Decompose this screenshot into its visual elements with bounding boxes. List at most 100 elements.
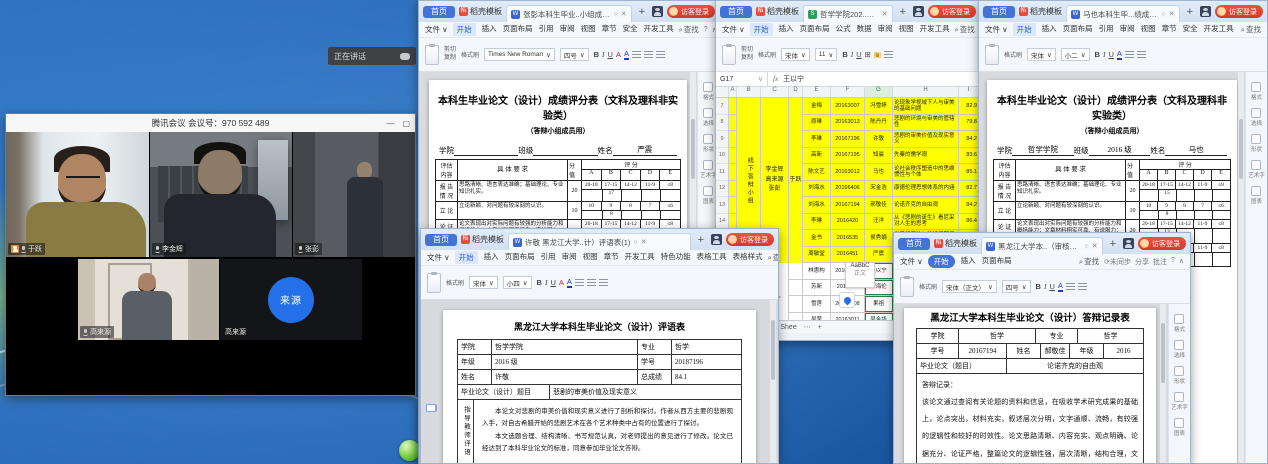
close-tab-icon[interactable]: ✕ <box>641 238 647 246</box>
guest-login-button[interactable]: 访客登录 <box>928 5 976 18</box>
copy-button[interactable]: 复制 <box>444 55 456 62</box>
close-tab-icon[interactable]: ✕ <box>1169 10 1175 18</box>
font-color-button[interactable]: A <box>1058 281 1063 292</box>
home-tab[interactable]: 首页 <box>898 238 930 250</box>
format-painter-button[interactable]: 格式刷 <box>446 278 464 287</box>
file-menu[interactable]: 文件 ∨ <box>427 252 450 263</box>
align-left-icon[interactable] <box>1125 51 1134 59</box>
copy-button[interactable]: 复制 <box>741 55 753 62</box>
font-color-button[interactable]: A <box>1117 49 1122 60</box>
hangup-icon[interactable] <box>400 53 410 60</box>
docer-tab[interactable]: 稻稻壳模板 <box>1019 6 1062 17</box>
vertical-scrollbar[interactable] <box>770 300 776 463</box>
highlight-button[interactable]: A <box>616 50 621 59</box>
align-center-icon[interactable] <box>884 51 893 59</box>
name-box[interactable]: G17∨ <box>716 72 768 86</box>
menu-bar[interactable]: 文件 ∨ 开始插入页面布局 ⌕查找 ⟳未同步 分享 批注 ? ∧ <box>894 254 1190 270</box>
font-name-select[interactable]: 宋体∨ <box>781 48 810 61</box>
align-right-icon[interactable] <box>599 279 608 287</box>
close-tab-icon[interactable]: ✕ <box>1092 242 1098 250</box>
ribbon-toolbar[interactable]: 格式刷 宋体（正文）∨ 四号∨ B I U A <box>894 270 1190 304</box>
document-tab[interactable]: S 哲学学院202..成绩单（分组表 ✕ <box>803 5 893 22</box>
help-icon[interactable]: ? <box>704 26 708 34</box>
document-tab[interactable]: W 张彭本科生毕业..小组成员评分 ○ ✕ <box>506 5 632 22</box>
cut-button[interactable]: 剪切 <box>741 47 753 54</box>
new-tab-button[interactable]: + <box>1184 6 1196 18</box>
column-headers[interactable]: ABCDEFGHI <box>716 87 980 98</box>
document-area[interactable]: 黑龙江大学本科生毕业论文（设计）答辩记录表 学院 哲学 专业 哲学 学号 201… <box>894 304 1190 463</box>
align-center-icon[interactable] <box>1137 51 1146 59</box>
italic-button[interactable]: I <box>1103 50 1106 59</box>
task-pane-strip[interactable]: 格式选择形状艺术字图表 <box>1168 304 1190 463</box>
guest-login-button[interactable]: 访客登录 <box>1215 5 1263 18</box>
find-button[interactable]: ⌕查找 <box>679 24 699 35</box>
font-size-select[interactable]: 小二∨ <box>1061 48 1090 61</box>
new-tab-button[interactable]: + <box>897 6 909 18</box>
align-center-icon[interactable] <box>644 51 653 59</box>
merged-chair-cell[interactable]: 于跃 <box>789 98 803 263</box>
task-pane-icon[interactable]: 图表 <box>1251 186 1262 205</box>
close-tab-icon[interactable]: ✕ <box>621 10 627 18</box>
ribbon-tabs[interactable]: 开始插入页面布局 <box>928 255 1012 268</box>
paste-button[interactable] <box>900 277 914 297</box>
sheet-tab[interactable]: Shee <box>780 324 796 331</box>
formula-value[interactable]: 王以宁 <box>783 74 804 84</box>
collapse-ribbon-icon[interactable]: ∧ <box>1179 257 1184 267</box>
pin-tab-icon[interactable]: ○ <box>613 11 617 18</box>
comment-button[interactable]: 批注 <box>1153 257 1167 267</box>
pin-tab-icon[interactable]: ○ <box>633 239 637 246</box>
bold-button[interactable]: B <box>1036 282 1041 291</box>
find-button[interactable]: ⌕查找 <box>1079 256 1099 267</box>
file-menu[interactable]: 文件 ∨ <box>425 24 448 35</box>
italic-button[interactable]: I <box>1044 282 1047 291</box>
format-painter-button[interactable]: 格式刷 <box>461 50 479 59</box>
comment-icon[interactable] <box>426 404 436 412</box>
font-color-button[interactable]: A <box>567 277 572 288</box>
find-button[interactable]: ⌕查找 <box>768 252 778 263</box>
align-left-icon[interactable] <box>575 279 584 287</box>
align-left-icon[interactable] <box>1066 283 1075 291</box>
ribbon-toolbar[interactable]: 格式刷 宋体∨ 小二∨ B I U A <box>979 38 1267 72</box>
close-tab-icon[interactable]: ✕ <box>882 10 888 18</box>
underline-button[interactable]: U <box>1049 282 1054 291</box>
user-avatar[interactable] <box>1200 6 1211 17</box>
new-tab-button[interactable]: + <box>1107 238 1119 250</box>
paste-button[interactable] <box>722 45 736 65</box>
task-pane-icon[interactable]: 格式 <box>1174 314 1185 333</box>
location-pin-button[interactable] <box>839 292 855 308</box>
document-page[interactable]: 黑龙江大学本科生毕业论文（设计）答辩记录表 学院 哲学 专业 哲学 学号 201… <box>904 308 1156 463</box>
pin-tab-icon[interactable]: ○ <box>1161 11 1165 18</box>
underline-button[interactable]: U <box>1108 50 1113 59</box>
font-size-select[interactable]: 四号∨ <box>1002 280 1031 293</box>
home-tab[interactable]: 首页 <box>983 6 1015 18</box>
fill-color-button[interactable]: ▣ <box>874 50 881 59</box>
format-painter-button[interactable]: 格式刷 <box>1004 50 1022 59</box>
docer-tab[interactable]: 稻稻壳模板 <box>756 6 799 17</box>
vertical-scrollbar[interactable] <box>1238 72 1244 463</box>
docer-tab[interactable]: 稻稻壳模板 <box>459 6 502 17</box>
font-name-select[interactable]: Times New Roman∨ <box>484 48 555 61</box>
menu-bar[interactable]: 文件 ∨ 开始插入页面布局引用审阅视图章节安全开发工具 ⌕查找 <box>979 22 1267 38</box>
docer-tab[interactable]: 稻稻壳模板 <box>461 234 504 245</box>
ribbon-tabs[interactable]: 开始插入页面布局公式数据审阅视图开发工具 <box>750 23 950 36</box>
new-tab-button[interactable]: + <box>695 234 707 246</box>
menu-bar[interactable]: 文件 ∨ 开始插入页面布局引用审阅视图章节安全开发工具 ⌕查找 ?∧ <box>419 22 719 38</box>
menu-bar[interactable]: 文件 ∨ 开始插入页面布局引用审阅视图章节开发工具特色功能表格工具表格样式 ⌕查… <box>421 250 778 266</box>
format-painter-button[interactable]: 格式刷 <box>758 50 776 59</box>
new-tab-button[interactable]: + <box>636 6 648 18</box>
document-tab[interactable]: W 许敬 黑龙江大学..计）评语表(1) ○ ✕ <box>508 233 691 250</box>
file-menu[interactable]: 文件 ∨ <box>985 24 1008 35</box>
floating-app-ball-icon[interactable] <box>399 440 420 461</box>
guest-login-button[interactable]: 访客登录 <box>726 233 774 246</box>
task-pane-icon[interactable]: 形状 <box>1251 134 1262 153</box>
cut-button[interactable]: 剪切 <box>444 47 456 54</box>
user-avatar[interactable] <box>711 234 722 245</box>
meeting-title-bar[interactable]: 腾讯会议 会议号：970 592 489 — ▢ <box>6 114 415 132</box>
find-button[interactable]: ⌕查找 <box>955 24 975 35</box>
wps-writer-window-review-form[interactable]: 首页 稻稻壳模板 W 许敬 黑龙江大学..计）评语表(1) ○ ✕ + 访客登录… <box>420 228 779 464</box>
italic-button[interactable]: I <box>545 278 548 287</box>
minimize-icon[interactable]: — <box>386 119 394 128</box>
font-size-select[interactable]: 四号∨ <box>560 48 589 61</box>
task-pane-icon[interactable]: 形状 <box>1174 366 1185 385</box>
borders-button[interactable]: ⊞ <box>865 50 871 59</box>
